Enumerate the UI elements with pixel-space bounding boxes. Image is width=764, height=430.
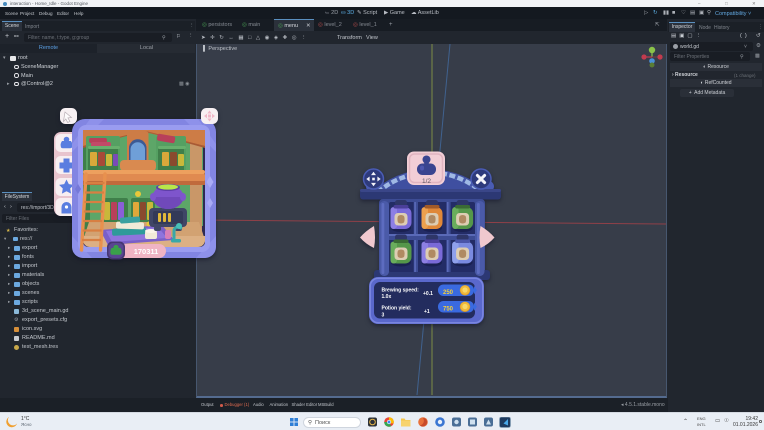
svg-text:1/2: 1/2 <box>422 178 431 185</box>
svg-text:+1: +1 <box>424 309 430 315</box>
svg-text:750: 750 <box>443 307 454 313</box>
svg-text:250: 250 <box>443 290 454 296</box>
svg-text:1.0x: 1.0x <box>382 294 392 300</box>
svg-text:170311: 170311 <box>134 247 159 256</box>
svg-text:Potion yield:: Potion yield: <box>382 306 412 312</box>
svg-text:Brewing speed:: Brewing speed: <box>382 288 420 294</box>
svg-text:3: 3 <box>382 313 385 319</box>
svg-text:+0.1: +0.1 <box>423 291 433 297</box>
